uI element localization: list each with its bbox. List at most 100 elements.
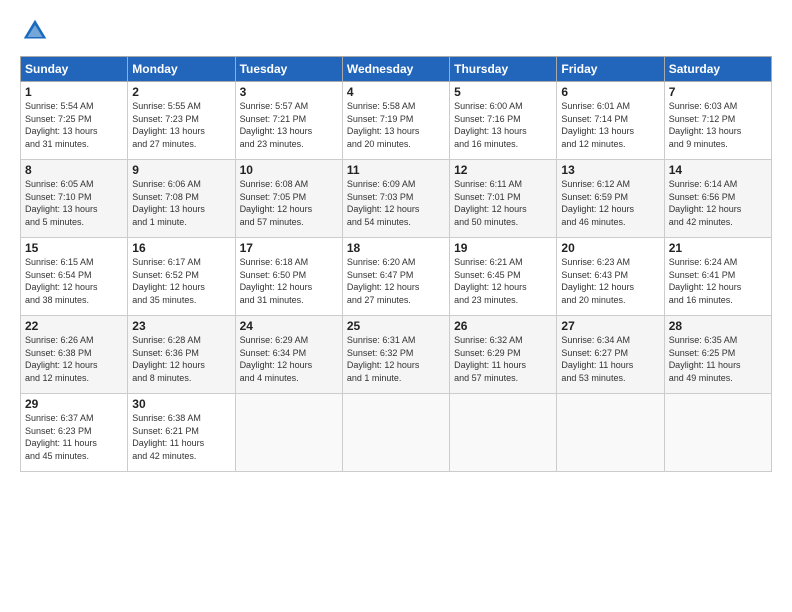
day-info: Sunrise: 6:28 AM Sunset: 6:36 PM Dayligh…	[132, 334, 230, 384]
calendar-day-cell: 9Sunrise: 6:06 AM Sunset: 7:08 PM Daylig…	[128, 160, 235, 238]
day-number: 16	[132, 241, 230, 255]
day-number: 12	[454, 163, 552, 177]
calendar-day-cell: 4Sunrise: 5:58 AM Sunset: 7:19 PM Daylig…	[342, 82, 449, 160]
calendar-day-cell: 22Sunrise: 6:26 AM Sunset: 6:38 PM Dayli…	[21, 316, 128, 394]
day-number: 13	[561, 163, 659, 177]
calendar-day-cell: 7Sunrise: 6:03 AM Sunset: 7:12 PM Daylig…	[664, 82, 771, 160]
calendar-day-cell: 28Sunrise: 6:35 AM Sunset: 6:25 PM Dayli…	[664, 316, 771, 394]
logo-icon	[20, 16, 50, 46]
calendar-day-cell: 27Sunrise: 6:34 AM Sunset: 6:27 PM Dayli…	[557, 316, 664, 394]
calendar-day-cell: 17Sunrise: 6:18 AM Sunset: 6:50 PM Dayli…	[235, 238, 342, 316]
calendar-day-cell: 29Sunrise: 6:37 AM Sunset: 6:23 PM Dayli…	[21, 394, 128, 472]
calendar-day-cell: 1Sunrise: 5:54 AM Sunset: 7:25 PM Daylig…	[21, 82, 128, 160]
day-info: Sunrise: 6:00 AM Sunset: 7:16 PM Dayligh…	[454, 100, 552, 150]
day-number: 28	[669, 319, 767, 333]
day-info: Sunrise: 6:03 AM Sunset: 7:12 PM Dayligh…	[669, 100, 767, 150]
calendar-week-row: 22Sunrise: 6:26 AM Sunset: 6:38 PM Dayli…	[21, 316, 772, 394]
calendar-day-cell: 11Sunrise: 6:09 AM Sunset: 7:03 PM Dayli…	[342, 160, 449, 238]
day-info: Sunrise: 6:17 AM Sunset: 6:52 PM Dayligh…	[132, 256, 230, 306]
calendar-day-cell: 23Sunrise: 6:28 AM Sunset: 6:36 PM Dayli…	[128, 316, 235, 394]
calendar-day-cell	[235, 394, 342, 472]
day-info: Sunrise: 6:09 AM Sunset: 7:03 PM Dayligh…	[347, 178, 445, 228]
day-info: Sunrise: 6:35 AM Sunset: 6:25 PM Dayligh…	[669, 334, 767, 384]
day-info: Sunrise: 6:26 AM Sunset: 6:38 PM Dayligh…	[25, 334, 123, 384]
day-number: 30	[132, 397, 230, 411]
day-number: 25	[347, 319, 445, 333]
calendar-day-cell: 16Sunrise: 6:17 AM Sunset: 6:52 PM Dayli…	[128, 238, 235, 316]
calendar-day-cell: 2Sunrise: 5:55 AM Sunset: 7:23 PM Daylig…	[128, 82, 235, 160]
day-number: 29	[25, 397, 123, 411]
calendar-day-cell: 26Sunrise: 6:32 AM Sunset: 6:29 PM Dayli…	[450, 316, 557, 394]
day-number: 7	[669, 85, 767, 99]
day-info: Sunrise: 5:57 AM Sunset: 7:21 PM Dayligh…	[240, 100, 338, 150]
page: SundayMondayTuesdayWednesdayThursdayFrid…	[0, 0, 792, 612]
day-info: Sunrise: 6:12 AM Sunset: 6:59 PM Dayligh…	[561, 178, 659, 228]
calendar-week-row: 29Sunrise: 6:37 AM Sunset: 6:23 PM Dayli…	[21, 394, 772, 472]
calendar-day-cell: 30Sunrise: 6:38 AM Sunset: 6:21 PM Dayli…	[128, 394, 235, 472]
calendar-week-row: 1Sunrise: 5:54 AM Sunset: 7:25 PM Daylig…	[21, 82, 772, 160]
weekday-header-friday: Friday	[557, 57, 664, 82]
day-info: Sunrise: 5:58 AM Sunset: 7:19 PM Dayligh…	[347, 100, 445, 150]
day-info: Sunrise: 6:15 AM Sunset: 6:54 PM Dayligh…	[25, 256, 123, 306]
day-number: 2	[132, 85, 230, 99]
day-number: 5	[454, 85, 552, 99]
calendar-day-cell: 24Sunrise: 6:29 AM Sunset: 6:34 PM Dayli…	[235, 316, 342, 394]
day-number: 27	[561, 319, 659, 333]
calendar-day-cell	[557, 394, 664, 472]
calendar-day-cell: 18Sunrise: 6:20 AM Sunset: 6:47 PM Dayli…	[342, 238, 449, 316]
day-number: 20	[561, 241, 659, 255]
header	[20, 16, 772, 46]
day-info: Sunrise: 6:38 AM Sunset: 6:21 PM Dayligh…	[132, 412, 230, 462]
day-info: Sunrise: 6:06 AM Sunset: 7:08 PM Dayligh…	[132, 178, 230, 228]
day-number: 9	[132, 163, 230, 177]
day-info: Sunrise: 5:55 AM Sunset: 7:23 PM Dayligh…	[132, 100, 230, 150]
day-number: 15	[25, 241, 123, 255]
day-info: Sunrise: 6:34 AM Sunset: 6:27 PM Dayligh…	[561, 334, 659, 384]
calendar-day-cell: 13Sunrise: 6:12 AM Sunset: 6:59 PM Dayli…	[557, 160, 664, 238]
day-number: 6	[561, 85, 659, 99]
weekday-header-row: SundayMondayTuesdayWednesdayThursdayFrid…	[21, 57, 772, 82]
weekday-header-monday: Monday	[128, 57, 235, 82]
weekday-header-wednesday: Wednesday	[342, 57, 449, 82]
calendar-day-cell: 6Sunrise: 6:01 AM Sunset: 7:14 PM Daylig…	[557, 82, 664, 160]
calendar-day-cell: 12Sunrise: 6:11 AM Sunset: 7:01 PM Dayli…	[450, 160, 557, 238]
day-number: 19	[454, 241, 552, 255]
calendar-day-cell: 25Sunrise: 6:31 AM Sunset: 6:32 PM Dayli…	[342, 316, 449, 394]
calendar-day-cell: 21Sunrise: 6:24 AM Sunset: 6:41 PM Dayli…	[664, 238, 771, 316]
day-info: Sunrise: 6:23 AM Sunset: 6:43 PM Dayligh…	[561, 256, 659, 306]
day-info: Sunrise: 6:37 AM Sunset: 6:23 PM Dayligh…	[25, 412, 123, 462]
day-number: 4	[347, 85, 445, 99]
weekday-header-saturday: Saturday	[664, 57, 771, 82]
calendar-day-cell	[342, 394, 449, 472]
calendar-day-cell: 19Sunrise: 6:21 AM Sunset: 6:45 PM Dayli…	[450, 238, 557, 316]
day-info: Sunrise: 6:24 AM Sunset: 6:41 PM Dayligh…	[669, 256, 767, 306]
calendar-day-cell: 14Sunrise: 6:14 AM Sunset: 6:56 PM Dayli…	[664, 160, 771, 238]
day-number: 23	[132, 319, 230, 333]
day-number: 18	[347, 241, 445, 255]
day-info: Sunrise: 6:05 AM Sunset: 7:10 PM Dayligh…	[25, 178, 123, 228]
weekday-header-tuesday: Tuesday	[235, 57, 342, 82]
day-number: 22	[25, 319, 123, 333]
day-number: 24	[240, 319, 338, 333]
day-info: Sunrise: 6:08 AM Sunset: 7:05 PM Dayligh…	[240, 178, 338, 228]
calendar-day-cell: 15Sunrise: 6:15 AM Sunset: 6:54 PM Dayli…	[21, 238, 128, 316]
day-info: Sunrise: 5:54 AM Sunset: 7:25 PM Dayligh…	[25, 100, 123, 150]
day-info: Sunrise: 6:14 AM Sunset: 6:56 PM Dayligh…	[669, 178, 767, 228]
calendar-day-cell	[450, 394, 557, 472]
day-number: 14	[669, 163, 767, 177]
day-number: 17	[240, 241, 338, 255]
day-info: Sunrise: 6:18 AM Sunset: 6:50 PM Dayligh…	[240, 256, 338, 306]
calendar-day-cell: 8Sunrise: 6:05 AM Sunset: 7:10 PM Daylig…	[21, 160, 128, 238]
day-info: Sunrise: 6:01 AM Sunset: 7:14 PM Dayligh…	[561, 100, 659, 150]
day-number: 8	[25, 163, 123, 177]
day-number: 11	[347, 163, 445, 177]
day-number: 21	[669, 241, 767, 255]
calendar-day-cell: 5Sunrise: 6:00 AM Sunset: 7:16 PM Daylig…	[450, 82, 557, 160]
day-number: 10	[240, 163, 338, 177]
day-info: Sunrise: 6:21 AM Sunset: 6:45 PM Dayligh…	[454, 256, 552, 306]
calendar-table: SundayMondayTuesdayWednesdayThursdayFrid…	[20, 56, 772, 472]
weekday-header-sunday: Sunday	[21, 57, 128, 82]
weekday-header-thursday: Thursday	[450, 57, 557, 82]
day-info: Sunrise: 6:11 AM Sunset: 7:01 PM Dayligh…	[454, 178, 552, 228]
calendar-day-cell: 10Sunrise: 6:08 AM Sunset: 7:05 PM Dayli…	[235, 160, 342, 238]
